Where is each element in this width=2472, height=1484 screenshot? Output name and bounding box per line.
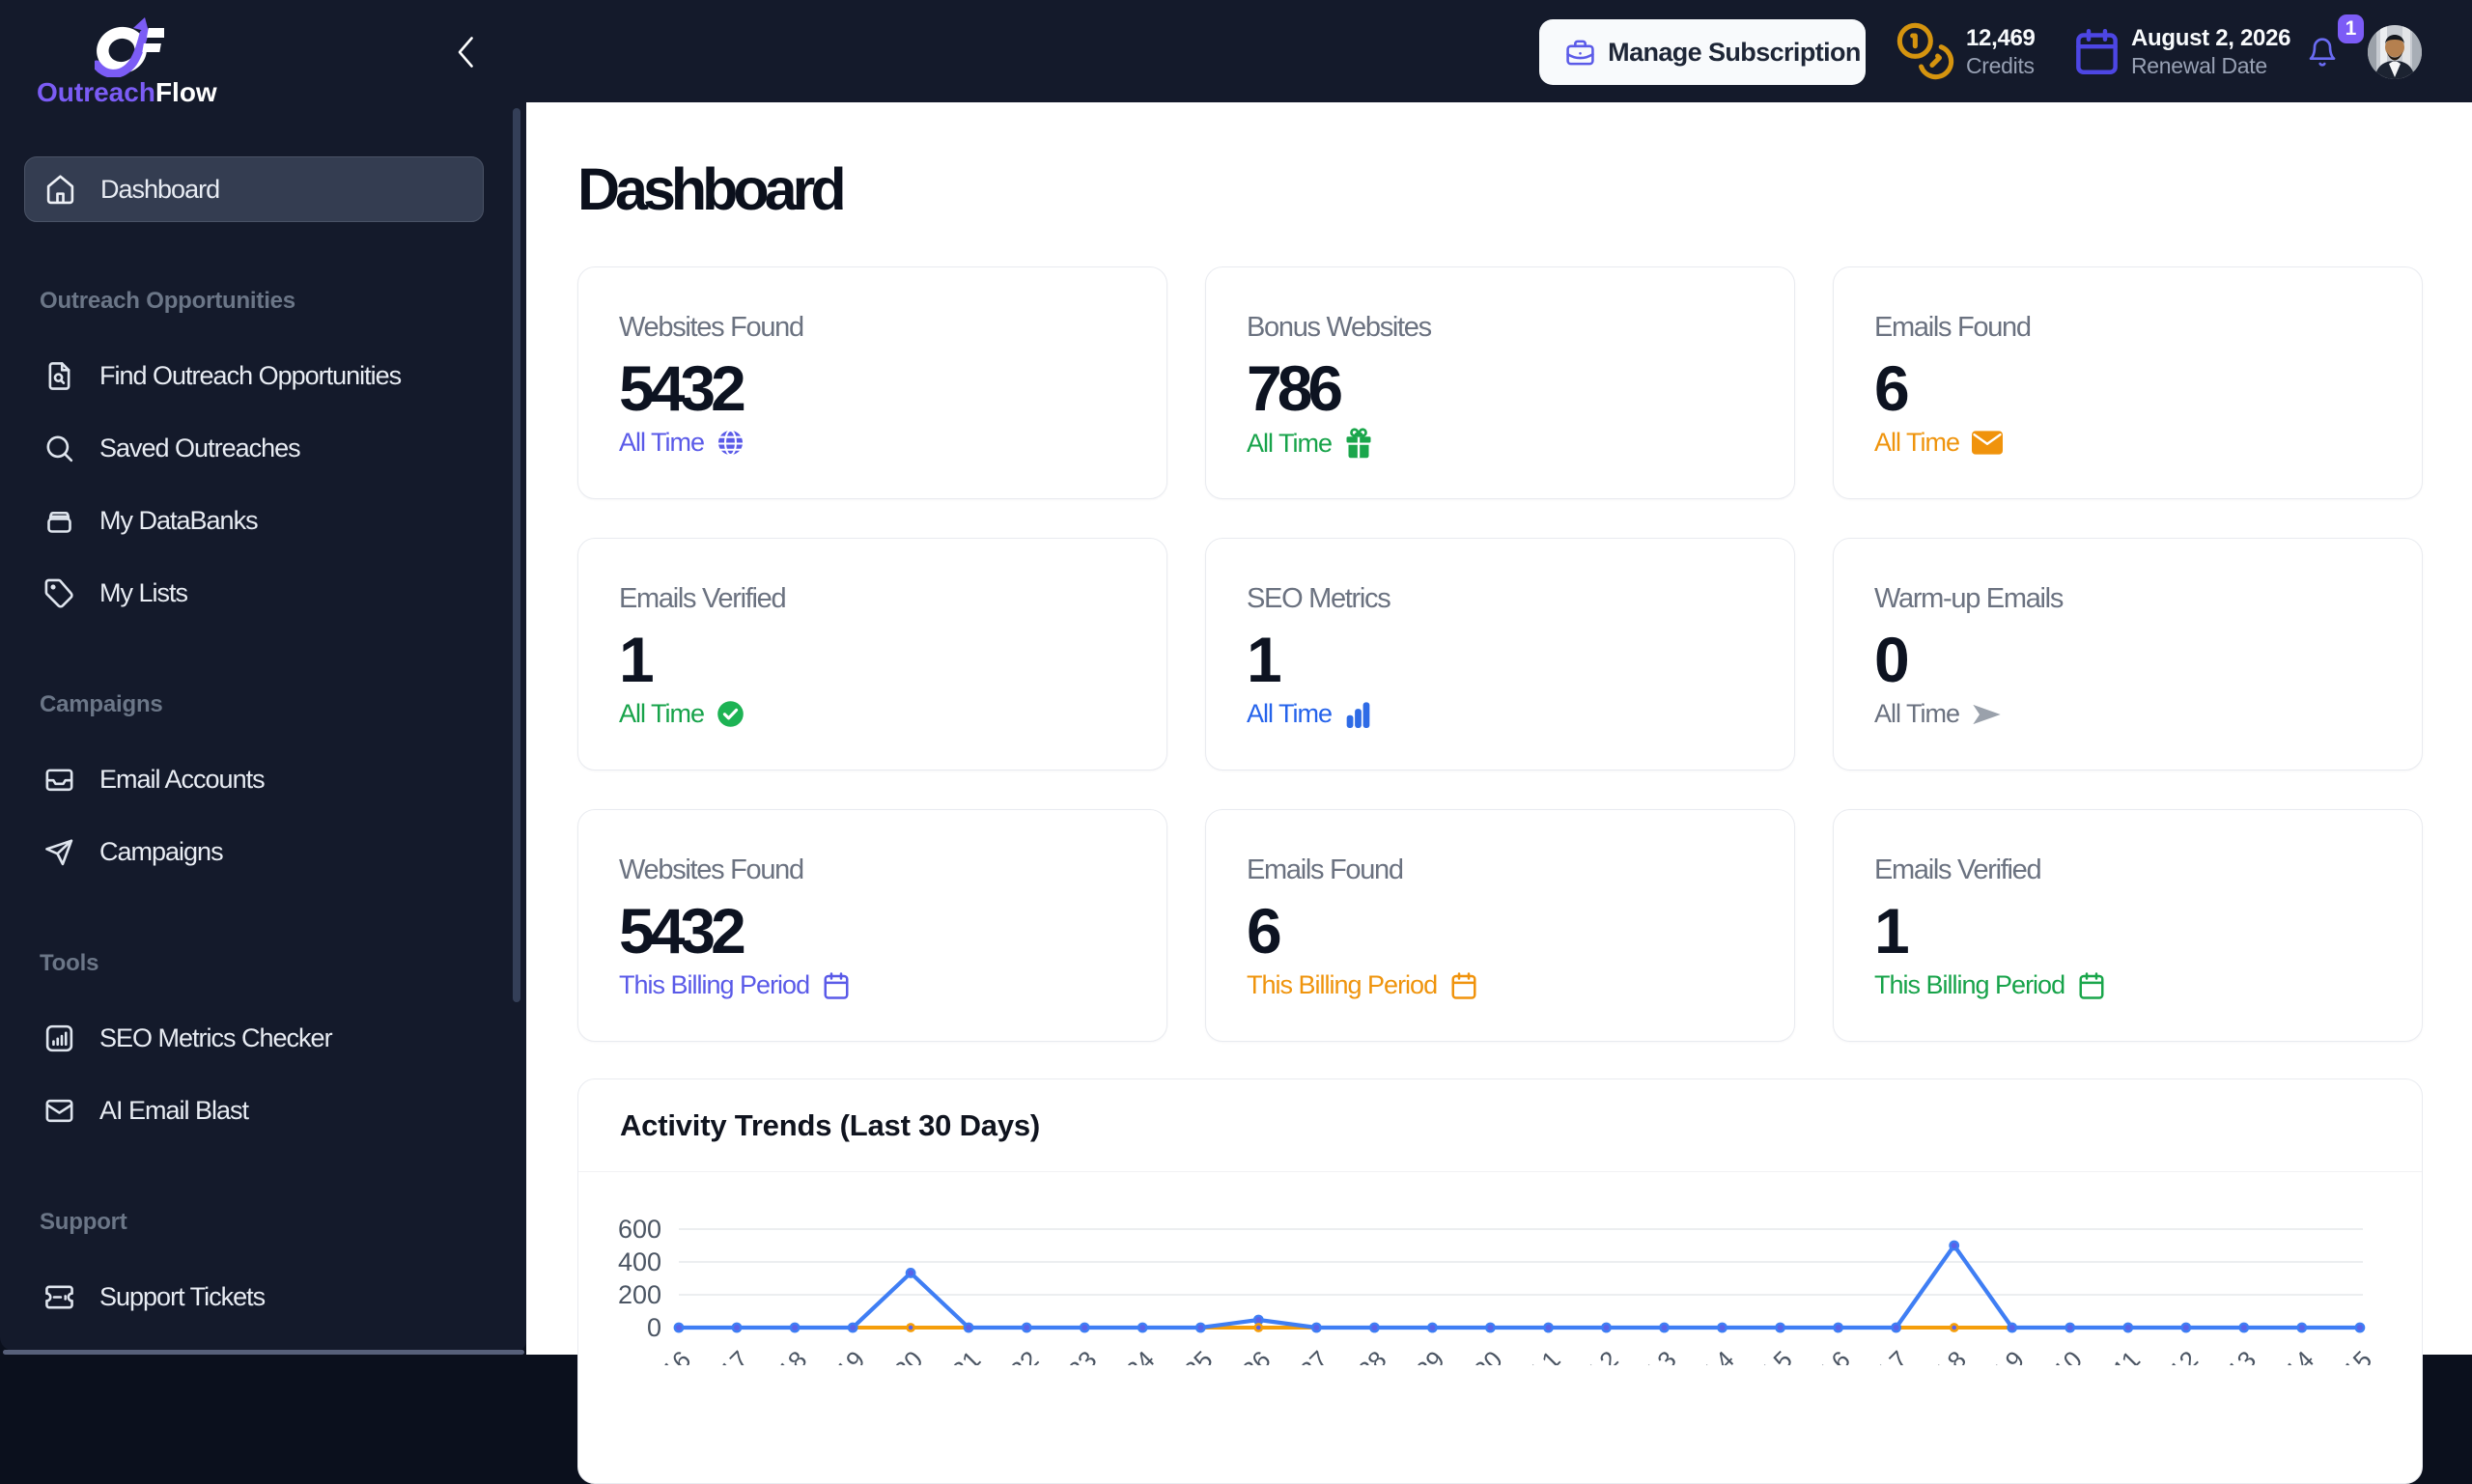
svg-text:Jul 6: Jul 6 (1798, 1345, 1856, 1365)
svg-text:Jul 7: Jul 7 (1856, 1345, 1914, 1365)
svg-text:Jul 8: Jul 8 (1914, 1345, 1972, 1365)
svg-text:Jul 11: Jul 11 (2079, 1345, 2146, 1365)
svg-text:0: 0 (647, 1313, 661, 1342)
svg-text:Jun 16: Jun 16 (623, 1345, 696, 1365)
svg-text:Jul 4: Jul 4 (1682, 1345, 1740, 1365)
svg-text:400: 400 (618, 1247, 661, 1276)
svg-text:200: 200 (618, 1280, 661, 1309)
svg-text:Jul 15: Jul 15 (2310, 1345, 2377, 1365)
svg-text:Jul 12: Jul 12 (2136, 1345, 2204, 1365)
svg-text:Jul 1: Jul 1 (1508, 1345, 1566, 1365)
svg-text:600: 600 (618, 1215, 661, 1244)
svg-text:Jul 9: Jul 9 (1972, 1345, 2030, 1365)
svg-text:Jul 13: Jul 13 (2194, 1345, 2261, 1365)
svg-text:Jul 3: Jul 3 (1624, 1345, 1682, 1365)
svg-text:Jul 2: Jul 2 (1566, 1345, 1624, 1365)
svg-text:Jul 14: Jul 14 (2252, 1345, 2319, 1365)
svg-text:Jul 5: Jul 5 (1740, 1345, 1798, 1365)
svg-text:Jul 10: Jul 10 (2020, 1345, 2088, 1365)
